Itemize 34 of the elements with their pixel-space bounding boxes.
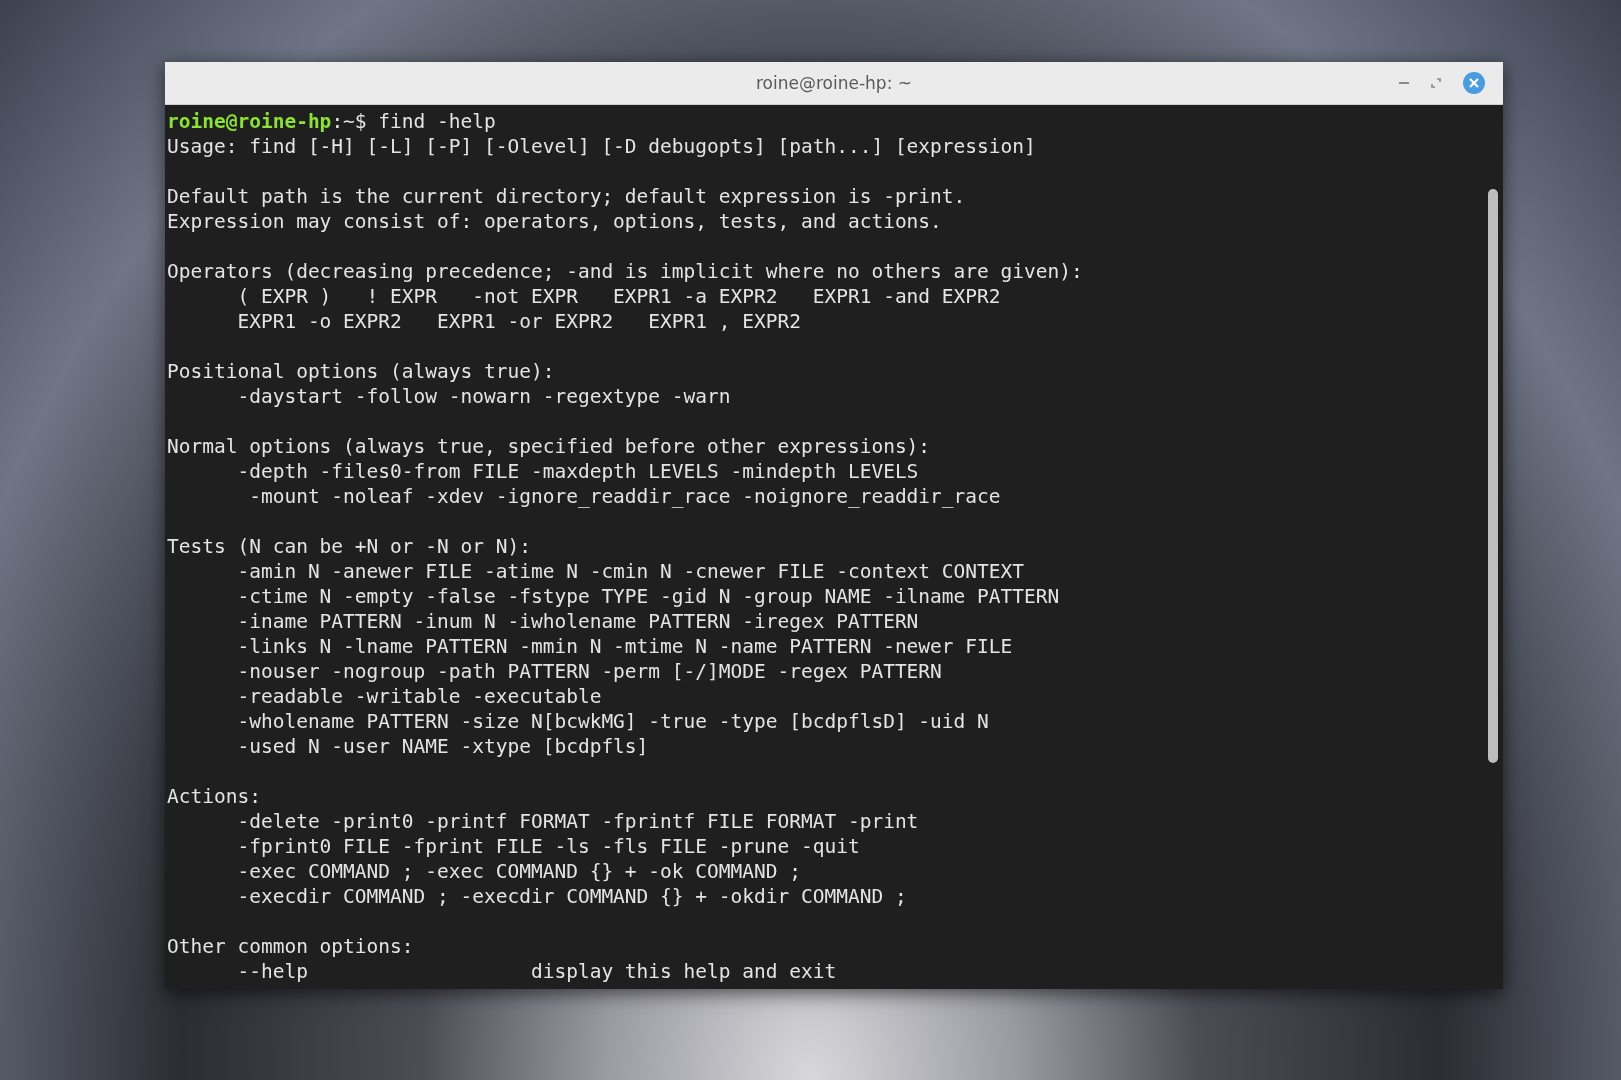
close-icon[interactable] — [1463, 72, 1485, 94]
output-line: Operators (decreasing precedence; -and is implicit where no others are given): — [167, 259, 1084, 284]
output-line: Positional options (always true): — [167, 359, 556, 384]
output-line: Normal options (always true, specified before other expressions): — [167, 434, 932, 459]
prompt-command: :~$ find -help — [331, 110, 496, 133]
scrollbar-thumb[interactable] — [1488, 189, 1498, 763]
output-line: EXPR1 -o EXPR2 EXPR1 -or EXPR2 EXPR1 , EXPR2 — [236, 309, 802, 334]
output-line: -used N -user NAME -xtype [bcdpfls] — [236, 734, 650, 759]
maximize-icon[interactable] — [1431, 78, 1441, 88]
output-line: ( EXPR ) ! EXPR -not EXPR EXPR1 -a EXPR2 EXPR1 -and EXPR2 — [236, 284, 1002, 309]
output-line: Other common options: — [167, 934, 415, 959]
minimize-icon[interactable] — [1399, 81, 1409, 85]
prompt-user: roine@roine-hp — [167, 110, 332, 133]
output-line: Tests (N can be +N or -N or N): — [167, 534, 532, 559]
output-line: -mount -noleaf -xdev -ignore_readdir_race -noignore_readdir_race — [248, 484, 1002, 509]
output-line: -readable -writable -executable — [236, 684, 603, 709]
output-line: -ctime N -empty -false -fstype TYPE -gid N -group NAME -ilname PATTERN — [236, 584, 1061, 609]
output-line: -depth -files0-from FILE -maxdepth LEVELS -mindepth LEVELS — [236, 459, 920, 484]
output-line: -fprint0 FILE -fprint FILE -ls -fls FILE -prune -quit — [236, 834, 861, 859]
output-line: -delete -print0 -printf FORMAT -fprintf FILE FORMAT -print — [236, 809, 920, 834]
output-line: Default path is the current directory; default expression is -print. — [167, 184, 967, 209]
output-line: Actions: — [167, 784, 262, 809]
output-line: -links N -lname PATTERN -mmin N -mtime N -name PATTERN -newer FILE — [236, 634, 1014, 659]
output-line: Usage: find [-H] [-L] [-P] [-Olevel] [-D debugopts] [path...] [expression] — [167, 134, 1037, 159]
output-line: -execdir COMMAND ; -execdir COMMAND {} + -okdir COMMAND ; — [236, 884, 908, 909]
output-line: --help display this help and exit — [236, 959, 838, 984]
output-line: -daystart -follow -nowarn -regextype -warn — [236, 384, 732, 409]
output-line: Expression may consist of: operators, options, tests, and actions. — [167, 209, 943, 234]
output-line: -amin N -anewer FILE -atime N -cmin N -cnewer FILE -context CONTEXT — [236, 559, 1026, 584]
output-line: -nouser -nogroup -path PATTERN -perm [-/]MODE -regex PATTERN — [236, 659, 943, 684]
output-line: -exec COMMAND ; -exec COMMAND {} + -ok COMMAND ; — [236, 859, 802, 884]
output-line: -iname PATTERN -inum N -iwholename PATTERN -iregex PATTERN — [236, 609, 920, 634]
output-line: -wholename PATTERN -size N[bcwkMG] -true -type [bcdpflsD] -uid N — [236, 709, 990, 734]
window-title: roine@roine-hp: ~ — [756, 73, 912, 93]
